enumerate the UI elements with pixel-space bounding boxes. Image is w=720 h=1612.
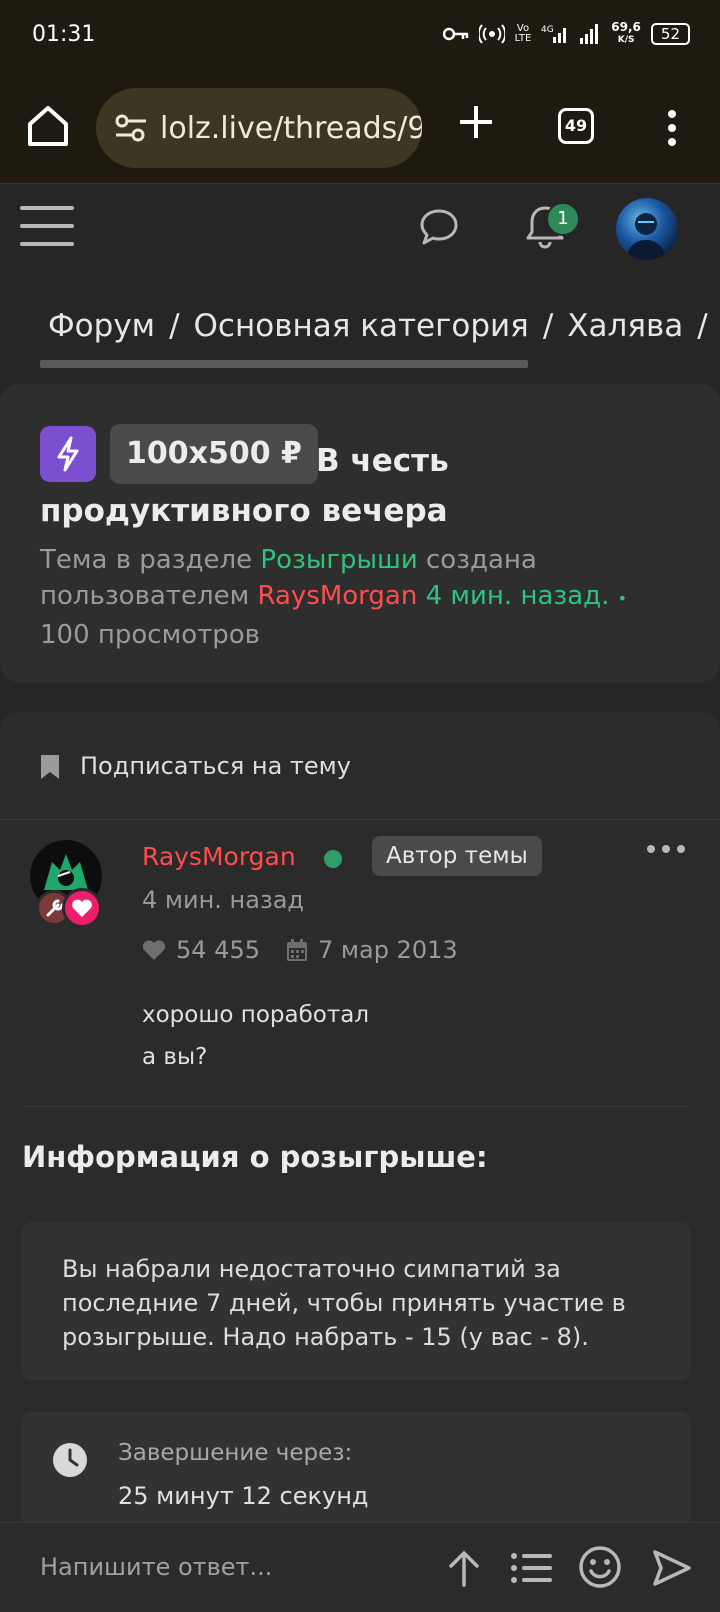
heart-icon xyxy=(72,899,92,917)
post-body: хорошо поработал а вы? xyxy=(142,994,369,1078)
reply-input[interactable]: Напишите ответ... xyxy=(40,1553,272,1581)
forum-header: 1 xyxy=(0,184,720,272)
list-icon[interactable] xyxy=(510,1551,554,1585)
status-time: 01:31 xyxy=(32,22,96,47)
timer-value: 25 минут 12 секунд xyxy=(118,1482,369,1510)
hotspot-icon xyxy=(478,24,505,44)
svg-text:4G: 4G xyxy=(541,25,554,35)
timer-label: Завершение через: xyxy=(118,1440,353,1466)
breadcrumb-item-forum[interactable]: Форум xyxy=(48,308,155,344)
thread-meta: Тема в разделе Розыгрыши создана пользов… xyxy=(40,542,700,653)
browser-toolbar: lolz.live/threads/9 49 xyxy=(0,72,720,184)
heart-icon xyxy=(142,940,166,960)
post-username[interactable]: RaysMorgan xyxy=(142,842,296,871)
tab-switcher-button[interactable]: 49 xyxy=(558,108,594,144)
section-link[interactable]: Розыгрыши xyxy=(260,545,417,575)
signal-4g-icon: 4G xyxy=(541,25,567,43)
avatar-image xyxy=(626,213,666,260)
likes-count: 54 455 xyxy=(176,936,260,964)
giveaway-timer: Завершение через: 25 минут 12 секунд xyxy=(22,1412,690,1532)
subscribe-row[interactable]: Подписаться на тему xyxy=(0,712,720,820)
site-settings-icon[interactable] xyxy=(114,113,148,143)
more-vert-icon[interactable] xyxy=(662,108,682,148)
status-icons: Vo LTE 4G 69,6 K/S 52 xyxy=(442,20,690,46)
meta-dot: • xyxy=(617,589,628,608)
bookmark-icon xyxy=(41,755,59,779)
chat-bubble-icon[interactable] xyxy=(418,206,460,248)
status-bar: 01:31 Vo LTE 4G 69,6 K/S 52 xyxy=(0,0,720,72)
calendar-icon xyxy=(286,939,307,961)
menu-icon[interactable] xyxy=(20,202,76,250)
eligibility-notice: Вы набрали недостаточно симпатий за посл… xyxy=(22,1222,690,1380)
net-speed: 69,6 K/S xyxy=(611,20,641,46)
reply-bar: Напишите ответ... xyxy=(0,1522,720,1612)
breadcrumb-scrollbar[interactable] xyxy=(40,360,528,368)
breadcrumb-item-main-category[interactable]: Основная категория xyxy=(194,308,529,344)
registration-date: 7 мар 2013 xyxy=(317,936,458,964)
volte-icon: Vo LTE xyxy=(514,23,532,44)
post-body-line: хорошо поработал xyxy=(142,1002,370,1028)
notification-badge: 1 xyxy=(546,202,580,236)
online-indicator xyxy=(324,850,342,868)
more-horiz-icon[interactable] xyxy=(646,842,686,856)
breadcrumb-separator: / xyxy=(169,308,180,344)
net-speed-unit: K/S xyxy=(617,35,635,45)
views-count: 100 просмотров xyxy=(40,620,260,650)
giveaway-heading: Информация о розыгрыше: xyxy=(22,1140,488,1174)
author-link[interactable]: RaysMorgan xyxy=(257,581,417,611)
breadcrumb-separator: / xyxy=(697,308,708,344)
user-avatar[interactable] xyxy=(616,198,678,260)
url-text[interactable]: lolz.live/threads/9 xyxy=(160,111,422,146)
clock-icon xyxy=(53,1443,87,1477)
lightning-icon xyxy=(57,436,79,472)
send-icon[interactable] xyxy=(652,1549,692,1587)
bolt-icon xyxy=(40,426,96,482)
post-time: 4 мин. назад xyxy=(142,886,305,914)
battery-indicator: 52 xyxy=(650,23,690,45)
signal-icon xyxy=(580,24,599,44)
breadcrumb-separator: / xyxy=(542,308,554,344)
thread-time: 4 мин. назад. xyxy=(425,581,610,611)
vpn-key-icon xyxy=(442,27,468,41)
thread-prefix-badge[interactable]: 100x500 ₽ xyxy=(110,424,318,484)
breadcrumb: Форум / Основная категория / Халява / xyxy=(48,308,708,344)
net-speed-value: 69,6 xyxy=(611,20,641,34)
smile-icon[interactable] xyxy=(578,1545,622,1589)
url-bar[interactable]: lolz.live/threads/9 xyxy=(96,88,422,168)
post-card: Подписаться на тему RaysMorgan Автор тем… xyxy=(0,712,720,1612)
divider xyxy=(24,1106,688,1107)
arrow-up-icon[interactable] xyxy=(446,1549,482,1587)
new-tab-icon[interactable] xyxy=(456,102,496,142)
subscribe-label[interactable]: Подписаться на тему xyxy=(80,752,351,780)
supporter-badge xyxy=(62,888,102,928)
breadcrumb-item-freebies[interactable]: Халява xyxy=(567,308,683,344)
eligibility-notice-text: Вы набрали недостаточно симпатий за посл… xyxy=(62,1255,626,1351)
post-user-stats: 54 455 7 мар 2013 xyxy=(142,936,458,964)
meta-prefix: Тема в разделе xyxy=(40,545,253,575)
home-icon[interactable] xyxy=(22,100,74,152)
thread-header-card: В честь продуктивного вечера 100x500 ₽ Т… xyxy=(0,384,720,682)
post-body-line: а вы? xyxy=(142,1044,208,1070)
author-badge: Автор темы xyxy=(372,836,542,876)
